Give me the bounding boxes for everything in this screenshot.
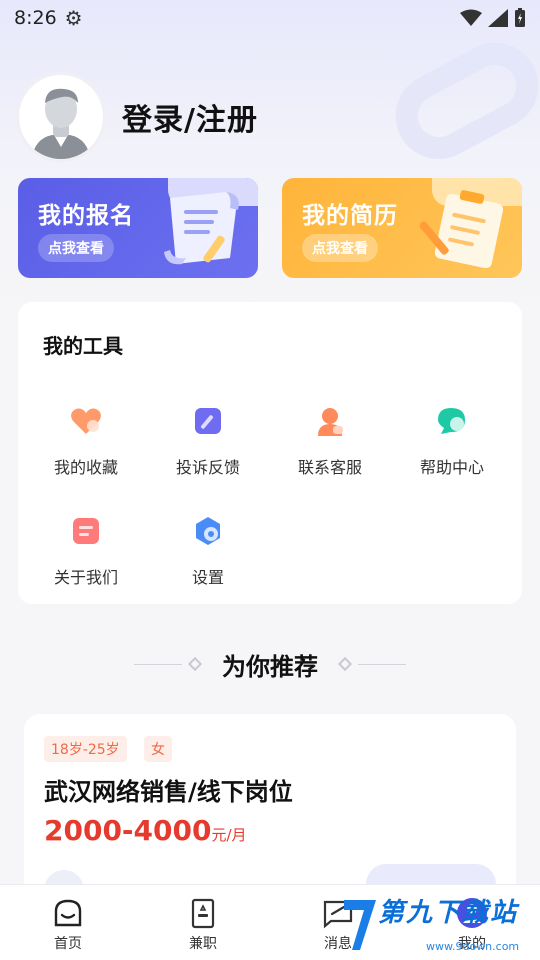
tool-label: 帮助中心 [419, 458, 484, 477]
tool-help-center[interactable]: 帮助中心 [397, 404, 507, 478]
divider [134, 663, 182, 665]
tab-label: 首页 [54, 936, 82, 952]
scroll-document-icon [164, 192, 239, 265]
view-applications-button[interactable]: 点我查看 [38, 234, 114, 262]
tool-label: 投诉反馈 [175, 458, 240, 477]
wifi-icon [460, 9, 482, 26]
status-icons [460, 8, 526, 28]
watermark-text: 第九下载站 [378, 898, 519, 928]
tab-home[interactable]: 首页 [18, 885, 118, 960]
tool-label: 关于我们 [53, 568, 118, 587]
job-tag-age: 18岁-25岁 [44, 736, 127, 762]
tool-feedback[interactable]: 投诉反馈 [153, 404, 263, 478]
tool-label: 联系客服 [297, 458, 362, 477]
job-title: 武汉网络销售/线下岗位 [44, 778, 293, 806]
login-register-link[interactable]: 登录/注册 [122, 95, 258, 139]
info-card-icon [73, 518, 99, 544]
avatar[interactable] [16, 72, 106, 162]
customer-service-icon [318, 408, 343, 436]
watermark-url: www.9down.com [426, 940, 520, 953]
header-background [0, 0, 540, 330]
my-applications-card[interactable]: 我的报名 点我查看 [18, 178, 258, 278]
edit-icon [195, 408, 221, 434]
tool-label: 我的收藏 [53, 458, 118, 477]
view-resume-button[interactable]: 点我查看 [302, 234, 378, 262]
tab-label: 兼职 [189, 936, 217, 952]
salary-unit: 元/月 [211, 826, 247, 844]
home-icon [54, 899, 82, 927]
status-time: 8:26 [14, 7, 57, 29]
salary-range: 2000-4000 [44, 814, 212, 847]
tool-label: 设置 [191, 568, 224, 587]
default-avatar-icon [32, 88, 90, 159]
my-tools-panel: 我的工具 我的收藏 投诉反馈 联系客服 帮助中心 关于我们 设置 [18, 302, 522, 604]
tools-title: 我的工具 [43, 334, 123, 358]
watermark-logo-icon [344, 900, 376, 950]
job-tag-gender: 女 [144, 736, 172, 762]
my-resume-card[interactable]: 我的简历 点我查看 [282, 178, 522, 278]
heart-icon [71, 408, 101, 434]
tool-settings[interactable]: 设置 [153, 514, 263, 588]
card-title: 我的简历 [302, 203, 398, 229]
diamond-icon [337, 656, 353, 672]
recommend-header: 为你推荐 [0, 644, 540, 684]
signal-icon [488, 9, 508, 27]
job-icon [191, 898, 215, 929]
tool-about-us[interactable]: 关于我们 [31, 514, 141, 588]
diamond-icon [187, 656, 203, 672]
settings-icon [196, 517, 220, 545]
watermark: 第九下载站 www.9down.com [340, 890, 540, 960]
tab-parttime[interactable]: 兼职 [153, 885, 253, 960]
tool-favorites[interactable]: 我的收藏 [31, 404, 141, 478]
divider [358, 663, 406, 665]
status-bar: 8:26 ⚙ [0, 0, 540, 36]
tool-customer-service[interactable]: 联系客服 [275, 404, 385, 478]
gear-icon: ⚙ [64, 6, 83, 30]
recommend-title: 为你推荐 [222, 652, 318, 681]
clipboard-resume-icon [420, 190, 504, 268]
chat-icon [438, 408, 465, 434]
profile-header[interactable]: 登录/注册 [16, 72, 258, 162]
battery-icon [515, 8, 525, 27]
job-card[interactable]: 18岁-25岁 女 武汉网络销售/线下岗位 2000-4000元/月 [24, 714, 516, 910]
job-salary: 2000-4000元/月 [44, 814, 247, 847]
card-title: 我的报名 [38, 203, 134, 229]
